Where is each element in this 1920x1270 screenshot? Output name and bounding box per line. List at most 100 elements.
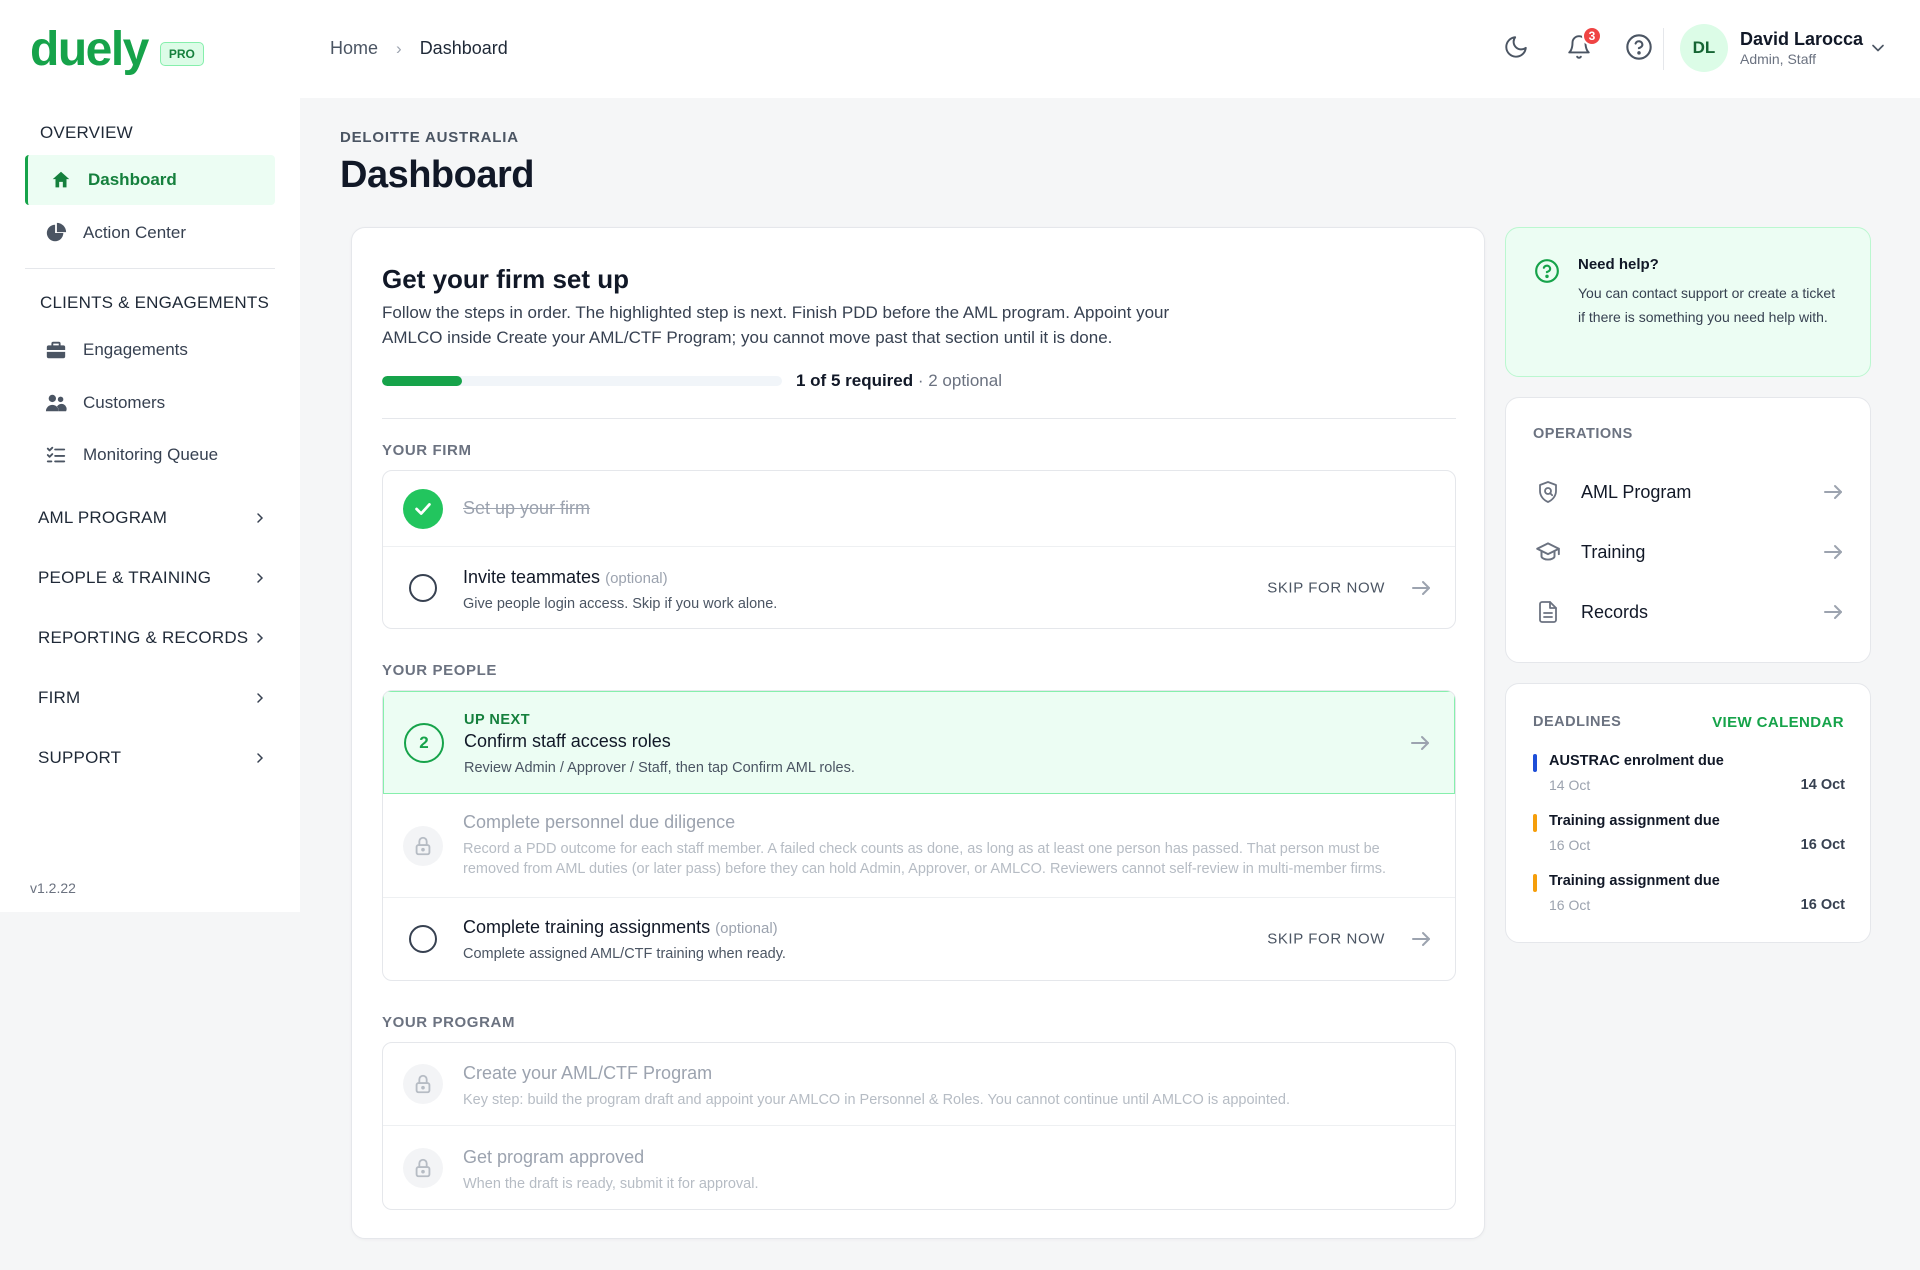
breadcrumb-current: Dashboard	[419, 38, 508, 58]
setup-progress-text: 1 of 5 required · 2 optional	[796, 371, 1002, 391]
lock-icon	[403, 1148, 443, 1188]
step-subtitle: Give people login access. Skip if you wo…	[463, 596, 778, 612]
notifications-button[interactable]: 3	[1562, 26, 1602, 64]
step-text: Get program approved When the draft is r…	[463, 1147, 759, 1194]
sidebar-group-label: PEOPLE & TRAINING	[38, 568, 212, 587]
operations-item-records[interactable]: Records	[1533, 587, 1845, 637]
dark-mode-toggle[interactable]	[1499, 30, 1533, 64]
help-card: Need help? You can contact support or cr…	[1505, 227, 1871, 377]
step-title: Complete personnel due diligence	[463, 812, 736, 832]
sidebar-group-people-training[interactable]: PEOPLE & TRAINING	[38, 568, 268, 588]
header-divider	[1663, 28, 1664, 70]
deadline-name: AUSTRAC enrolment due	[1549, 753, 1724, 769]
arrow-right-icon	[1824, 485, 1842, 499]
sidebar-group-aml-program[interactable]: AML PROGRAM	[38, 508, 268, 528]
user-menu-toggle[interactable]	[1868, 38, 1888, 63]
chevron-right-icon	[257, 633, 264, 643]
step-title: Create your AML/CTF Program	[463, 1063, 713, 1083]
breadcrumb-home[interactable]: Home	[330, 38, 378, 59]
user-name[interactable]: David Larocca	[1740, 29, 1863, 50]
deadline-name: Training assignment due	[1549, 873, 1720, 889]
help-button[interactable]	[1622, 30, 1656, 64]
step-status	[403, 488, 443, 529]
step-title-text: Complete training assignments	[463, 917, 711, 937]
sidebar-item-customers[interactable]: Customers	[25, 378, 275, 428]
skip-for-now-button[interactable]: SKIP FOR NOW	[1267, 580, 1385, 597]
group-label-program: YOUR PROGRAM	[382, 1014, 516, 1031]
operations-item-aml-program[interactable]: AML Program	[1533, 467, 1845, 517]
step-get-program-approved: Get program approved When the draft is r…	[383, 1126, 1455, 1209]
lock-icon	[403, 825, 443, 866]
setup-divider	[382, 418, 1456, 419]
deadline-color-bar	[1533, 874, 1537, 892]
empty-circle-icon	[409, 574, 437, 602]
operations-item-training[interactable]: Training	[1533, 527, 1845, 577]
deadlines-label: DEADLINES	[1533, 714, 1622, 730]
sidebar-item-monitoring-queue[interactable]: Monitoring Queue	[25, 430, 275, 480]
user-role: Admin, Staff	[1740, 51, 1817, 67]
pro-badge: PRO	[159, 42, 204, 66]
brand-logo[interactable]: duely PRO	[30, 26, 204, 74]
step-status: 2	[404, 722, 444, 763]
up-next-badge: UP NEXT	[464, 712, 531, 728]
operations-card: OPERATIONS AML Program Training Records	[1505, 397, 1871, 663]
step-number: 2	[404, 722, 444, 763]
step-text: Invite teammates (optional) Give people …	[463, 567, 777, 614]
step-confirm-roles[interactable]: 2 UP NEXT Confirm staff access roles Rev…	[383, 691, 1455, 794]
optional-tag: (optional)	[715, 920, 778, 937]
setup-title: Get your firm set up	[382, 264, 630, 294]
step-personnel-due-diligence: Complete personnel due diligence Record …	[383, 794, 1455, 898]
top-bar: duely PRO Home › Dashboard 3 DL David La…	[0, 0, 1920, 98]
operations-item-label: Records	[1581, 601, 1649, 622]
step-text: Set up your firm	[463, 498, 590, 519]
deadlines-card: DEADLINES VIEW CALENDAR AUSTRAC enrolmen…	[1505, 683, 1871, 943]
sidebar-item-action-center[interactable]: Action Center	[25, 208, 275, 258]
briefcase-icon	[46, 341, 66, 359]
skip-for-now-button[interactable]: SKIP FOR NOW	[1267, 931, 1385, 948]
view-calendar-link[interactable]: VIEW CALENDAR	[1712, 714, 1844, 731]
sidebar-group-firm[interactable]: FIRM	[38, 688, 268, 708]
step-subtitle: Key step: build the program draft and ap…	[463, 1092, 1291, 1108]
brand-name: duely	[30, 23, 149, 76]
group-label-firm: YOUR FIRM	[382, 442, 472, 459]
step-training-assignments[interactable]: Complete training assignments (optional)…	[383, 898, 1455, 980]
step-invite-teammates[interactable]: Invite teammates (optional) Give people …	[383, 547, 1455, 628]
sidebar-item-engagements[interactable]: Engagements	[25, 325, 275, 375]
sidebar-group-reporting-records[interactable]: REPORTING & RECORDS	[38, 628, 268, 648]
arrow-right-icon[interactable]	[1408, 731, 1432, 755]
chevron-right-icon	[257, 573, 264, 583]
setup-progress-fill	[382, 376, 462, 386]
step-group-people: 2 UP NEXT Confirm staff access roles Rev…	[382, 690, 1456, 981]
sidebar-item-label: Engagements	[83, 340, 188, 359]
arrow-right-icon[interactable]	[1409, 576, 1433, 600]
deadline-date: 16 Oct	[1800, 837, 1845, 853]
sidebar-group-support[interactable]: SUPPORT	[38, 748, 268, 768]
help-title: Need help?	[1578, 256, 1659, 273]
step-subtitle: Review Admin / Approver / Staff, then ta…	[464, 760, 855, 776]
section-clients: CLIENTS & ENGAGEMENTS	[40, 293, 270, 312]
deadline-date: 14 Oct	[1800, 777, 1845, 793]
step-subtitle: When the draft is ready, submit it for a…	[463, 1176, 759, 1192]
sidebar-item-dashboard[interactable]: Dashboard	[25, 155, 275, 205]
page-title: Dashboard	[340, 154, 534, 196]
step-title: Set up your firm	[463, 498, 591, 518]
step-group-program: Create your AML/CTF Program Key step: bu…	[382, 1042, 1456, 1210]
sidebar-group-label: AML PROGRAM	[38, 508, 168, 527]
progress-optional: · 2 optional	[913, 371, 1002, 390]
notification-count-badge: 3	[1582, 26, 1602, 46]
shield-icon	[1539, 481, 1557, 503]
step-text: Complete personnel due diligence Record …	[463, 812, 1423, 879]
pie-chart-icon	[46, 222, 67, 242]
arrow-right-icon	[1824, 545, 1842, 559]
step-setup-firm[interactable]: Set up your firm	[383, 471, 1455, 547]
sidebar-group-label: FIRM	[38, 688, 81, 707]
deadline-color-bar	[1533, 814, 1537, 832]
arrow-right-icon[interactable]	[1409, 927, 1433, 951]
step-subtitle: Record a PDD outcome for each staff memb…	[463, 841, 1386, 877]
step-create-program: Create your AML/CTF Program Key step: bu…	[383, 1043, 1455, 1126]
step-title: Invite teammates (optional)	[463, 567, 777, 588]
deadline-subdate: 16 Oct	[1549, 897, 1591, 913]
question-circle-icon	[1535, 259, 1559, 283]
avatar[interactable]: DL	[1680, 24, 1728, 72]
sidebar-item-label: Action Center	[83, 223, 186, 242]
